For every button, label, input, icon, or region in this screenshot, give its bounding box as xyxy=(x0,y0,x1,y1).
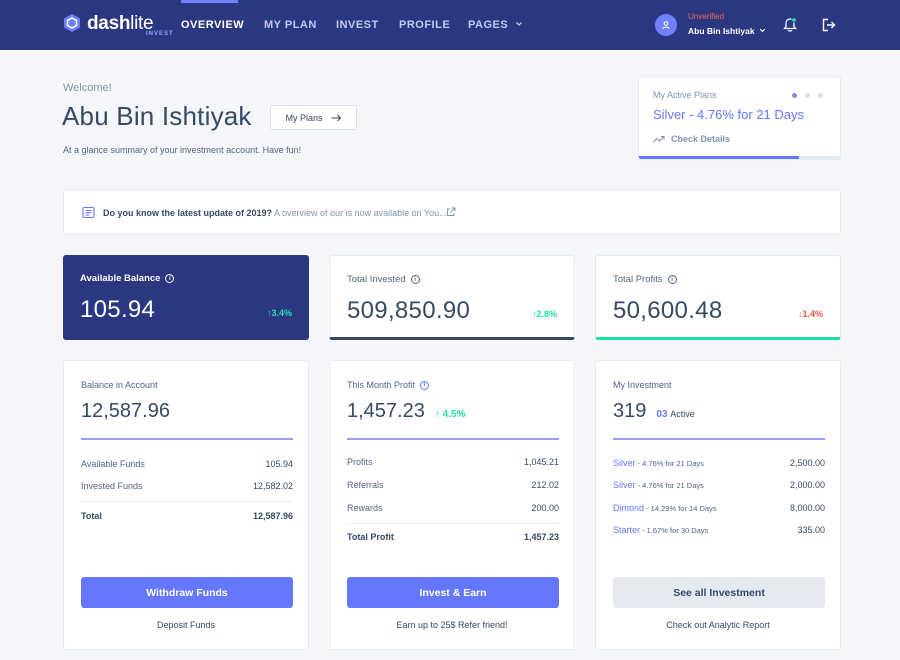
notification-bell-icon[interactable] xyxy=(781,16,799,34)
info-icon[interactable]: i xyxy=(165,274,175,283)
stat-value: 50,600.48 xyxy=(613,297,723,324)
balance-card: Balance in Account 12,587.96 Available F… xyxy=(63,360,309,650)
analytic-footer: Check out Analytic Report xyxy=(666,620,770,630)
active-plan-value[interactable]: Silver - 4.76% for 21 Days xyxy=(653,107,804,122)
user-avatar[interactable] xyxy=(655,14,677,36)
carousel-dots xyxy=(792,93,823,98)
list-item: Invested Funds 12,582.02 xyxy=(81,481,293,491)
withdraw-funds-button[interactable]: Withdraw Funds xyxy=(81,577,293,608)
stat-value: 509,850.90 xyxy=(347,297,471,324)
total-row: Total 12,587.96 xyxy=(81,511,293,521)
list-item[interactable]: Silver - 4.76% for 21 Days 2,000.00 xyxy=(613,480,825,490)
news-icon xyxy=(82,206,95,219)
active-count: 03 Active xyxy=(656,409,695,420)
card-label: My Investment xyxy=(613,380,672,390)
card-value: 1,457.23 ↑ 4.5% xyxy=(347,400,466,422)
notice-banner: Do you know the latest update of 2019? A… xyxy=(63,189,841,235)
deposit-funds-link[interactable]: Deposit Funds xyxy=(64,620,308,630)
notice-title: Do you know the latest update of 2019? xyxy=(103,208,273,218)
plan-progress-fill xyxy=(639,156,800,159)
user-name-dropdown[interactable]: Abu Bin Ishtiyak xyxy=(688,26,766,36)
chevron-down-icon xyxy=(515,22,522,26)
stat-change: ↑3.4% xyxy=(266,308,292,318)
card-label: Balance in Account xyxy=(81,380,158,390)
list-item: Referrals 212.02 xyxy=(347,480,559,490)
divider xyxy=(613,438,825,440)
available-balance-card: Available Balance i 105.94 ↑3.4% xyxy=(63,255,309,340)
nav-overview[interactable]: OVERVIEW xyxy=(181,19,244,31)
check-details-label: Check Details xyxy=(671,134,731,144)
trend-up-icon xyxy=(653,135,665,143)
notice-link[interactable]: A overview of our is now available on Yo… xyxy=(272,208,447,218)
sign-out-icon[interactable] xyxy=(820,16,838,34)
stat-change: ↓1.4% xyxy=(797,309,823,319)
my-plans-label: My Plans xyxy=(285,112,323,123)
profit-change: ↑ 4.5% xyxy=(434,409,466,420)
investment-card: My Investment 319 03 Active Silver - 4.76… xyxy=(595,360,841,650)
profit-card: This Month Profit i 1,457.23 ↑ 4.5% Profit… xyxy=(329,360,575,650)
active-plans-label: My Active Plans xyxy=(653,90,717,100)
total-profits-card: Total Profits i 50,600.48 ↓1.4% xyxy=(595,255,841,340)
divider xyxy=(81,501,293,502)
card-label: This Month Profit i xyxy=(347,380,430,390)
carousel-dot[interactable] xyxy=(805,93,810,98)
plan-progress-bar xyxy=(639,156,840,159)
stat-label: Total Profits i xyxy=(613,274,677,285)
analytic-report-link[interactable]: Analytic Report xyxy=(709,620,770,630)
total-invested-card: Total Invested i 509,850.90 ↑2.8% xyxy=(329,255,575,340)
user-status: Unverified xyxy=(688,12,725,21)
top-navbar: dashlite INVEST OVERVIEW MY PLAN INVEST P… xyxy=(0,0,900,50)
nav-active-indicator xyxy=(181,0,238,3)
carousel-dot[interactable] xyxy=(818,93,823,98)
divider xyxy=(81,438,293,440)
external-link-icon[interactable] xyxy=(446,207,456,217)
hero-subtitle: At a glance summary of your investment a… xyxy=(63,145,302,155)
stat-label: Total Invested i xyxy=(347,274,420,285)
refer-footer: Earn up to 25$ Refer friend! xyxy=(396,620,508,630)
logo-sub: INVEST xyxy=(146,30,174,37)
nav-invest[interactable]: INVEST xyxy=(336,19,379,31)
logo-hex-icon xyxy=(64,14,80,32)
welcome-text: Welcome! xyxy=(63,82,112,94)
user-icon xyxy=(662,21,670,30)
nav-pages-label: PAGES xyxy=(468,19,509,31)
see-all-investment-button[interactable]: See all Investment xyxy=(613,577,825,608)
page-title: Abu Bin Ishtiyak xyxy=(62,101,252,131)
list-item: Available Funds 105.94 xyxy=(81,459,293,469)
stat-label: Available Balance i xyxy=(80,273,175,284)
list-item: Rewards 200.00 xyxy=(347,503,559,513)
check-details-link[interactable]: Check Details xyxy=(653,134,730,144)
my-plans-button[interactable]: My Plans xyxy=(270,105,357,130)
chevron-down-icon xyxy=(759,28,766,33)
arrow-right-icon xyxy=(331,114,341,121)
stat-change: ↑2.8% xyxy=(531,309,557,319)
card-value: 12,587.96 xyxy=(81,400,170,422)
divider xyxy=(347,438,559,440)
active-plans-card: My Active Plans Silver - 4.76% for 21 Da… xyxy=(638,76,841,160)
list-item[interactable]: Dimond - 14.29% for 14 Days 8,000.00 xyxy=(613,503,825,513)
nav-pages[interactable]: PAGES xyxy=(468,19,523,31)
info-icon[interactable]: i xyxy=(667,275,677,284)
user-name: Abu Bin Ishtiyak xyxy=(688,26,755,36)
divider xyxy=(347,523,559,524)
info-icon[interactable]: i xyxy=(410,275,420,284)
card-value: 319 03 Active xyxy=(613,400,695,422)
logo-text: dashlite INVEST xyxy=(87,12,174,37)
nav-profile[interactable]: PROFILE xyxy=(399,19,450,31)
refer-friend-link[interactable]: Refer friend! xyxy=(458,620,508,630)
invest-earn-button[interactable]: Invest & Earn xyxy=(347,577,559,608)
list-item[interactable]: Silver - 4.76% for 21 Days 2,500.00 xyxy=(613,458,825,468)
list-item[interactable]: Starter - 1.67% for 30 Days 335.00 xyxy=(613,525,825,535)
info-icon[interactable]: i xyxy=(420,380,430,390)
total-row: Total Profit 1,457.23 xyxy=(347,532,559,542)
carousel-dot[interactable] xyxy=(792,93,797,98)
logo[interactable]: dashlite INVEST xyxy=(62,12,174,37)
list-item: Profits 1,045.21 xyxy=(347,457,559,467)
stat-value: 105.94 xyxy=(80,296,156,323)
nav-my-plan[interactable]: MY PLAN xyxy=(264,19,317,31)
notice-text: Do you know the latest update of 2019? A… xyxy=(103,208,447,218)
